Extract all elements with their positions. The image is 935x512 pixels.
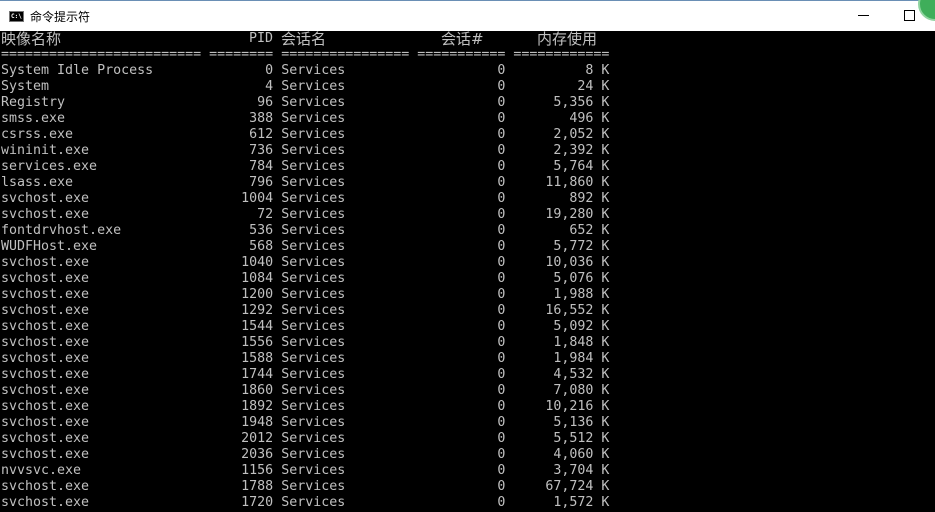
header-session-num: 会话# <box>441 31 484 48</box>
process-row: fontdrvhost.exe 536 Services 0 652 K <box>1 223 610 238</box>
process-row: svchost.exe 1004 Services 0 892 K <box>1 191 610 206</box>
process-row: svchost.exe 1040 Services 0 10,036 K <box>1 255 610 270</box>
process-row: services.exe 784 Services 0 5,764 K <box>1 159 610 174</box>
process-row: System Idle Process 0 Services 0 8 K <box>1 63 610 78</box>
process-row: lsass.exe 796 Services 0 11,860 K <box>1 175 610 190</box>
maximize-button[interactable] <box>904 10 915 21</box>
process-row: svchost.exe 1744 Services 0 4,532 K <box>1 367 610 382</box>
process-row: svchost.exe 72 Services 0 19,280 K <box>1 207 610 222</box>
process-row: svchost.exe 1720 Services 0 1,572 K <box>1 495 610 510</box>
process-row: svchost.exe 1948 Services 0 5,136 K <box>1 415 610 430</box>
process-row: svchost.exe 2036 Services 0 4,060 K <box>1 447 610 462</box>
window-title: 命令提示符 <box>30 10 91 24</box>
process-row: wininit.exe 736 Services 0 2,392 K <box>1 143 610 158</box>
process-row: svchost.exe 1544 Services 0 5,092 K <box>1 319 610 334</box>
cmd-icon: C:\ <box>9 11 24 22</box>
header-mem-usage: 内存使用 <box>537 31 598 48</box>
console-output[interactable]: 映像名称 PID 会话名 会话# 内存使用 ==================… <box>1 31 935 512</box>
process-row: System 4 Services 0 24 K <box>1 79 610 94</box>
process-row: Registry 96 Services 0 5,356 K <box>1 95 610 110</box>
process-row: WUDFHost.exe 568 Services 0 5,772 K <box>1 239 610 254</box>
process-row: smss.exe 388 Services 0 496 K <box>1 111 610 126</box>
process-row: svchost.exe 2012 Services 0 5,512 K <box>1 431 610 446</box>
overlay-widget-icon[interactable] <box>918 0 935 21</box>
process-row: svchost.exe 1200 Services 0 1,988 K <box>1 287 610 302</box>
header-session-name: 会话名 <box>281 31 327 48</box>
process-row: nvvsvc.exe 1156 Services 0 3,704 K <box>1 463 610 478</box>
title-bar[interactable]: C:\ 命令提示符 <box>0 0 935 31</box>
process-row: svchost.exe 1860 Services 0 7,080 K <box>1 383 610 398</box>
minimize-button[interactable] <box>858 15 869 16</box>
process-row: csrss.exe 612 Services 0 2,052 K <box>1 127 610 142</box>
process-row: svchost.exe 1292 Services 0 16,552 K <box>1 303 610 318</box>
separator-line: ========================= ======== =====… <box>1 47 610 62</box>
process-row: svchost.exe 1084 Services 0 5,076 K <box>1 271 610 286</box>
process-row: svchost.exe 1588 Services 0 1,984 K <box>1 351 610 366</box>
header-pid: PID <box>249 31 274 46</box>
process-row: svchost.exe 1892 Services 0 10,216 K <box>1 399 610 414</box>
header-image-name: 映像名称 <box>1 31 62 48</box>
process-row: svchost.exe 1556 Services 0 1,848 K <box>1 335 610 350</box>
process-row: svchost.exe 1788 Services 0 67,724 K <box>1 479 610 494</box>
